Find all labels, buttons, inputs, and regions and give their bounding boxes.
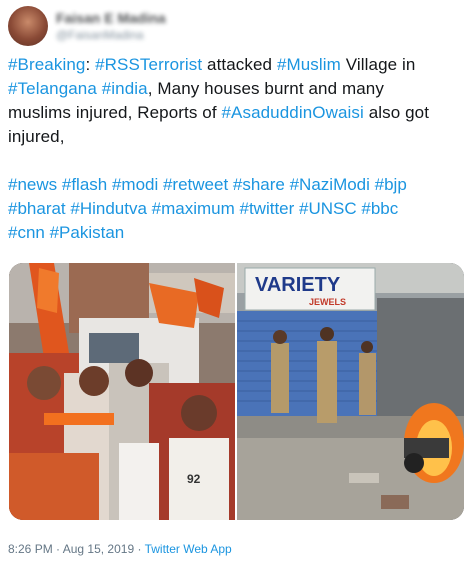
tweet-source-link[interactable]: Twitter Web App (145, 542, 232, 556)
tweet-text-segment: attacked (202, 55, 277, 74)
tweet-text-line: #Telangana #india, Many houses burnt and… (8, 77, 468, 101)
tweet-text-segment: Village in (340, 55, 416, 74)
hashtag-link[interactable]: #Telangana (8, 79, 97, 98)
meta-separator: · (134, 542, 145, 556)
tweet-meta: 8:26 PM · Aug 15, 2019 · Twitter Web App (8, 542, 232, 556)
hashtag-line[interactable]: #bharat #Hindutva #maximum #twitter #UNS… (8, 197, 468, 221)
hashtag-link[interactable]: #AsaduddinOwaisi (221, 103, 363, 122)
tweet-time[interactable]: 8:26 PM (8, 542, 53, 556)
tweet-text-segment: muslims injured, Reports of (8, 103, 222, 122)
tweet-date[interactable]: Aug 15, 2019 (63, 542, 134, 556)
tweet-text-segment: also got (363, 103, 430, 122)
tweet-text-line: muslims injured, Reports of #AsaduddinOw… (8, 101, 468, 125)
avatar[interactable] (8, 6, 48, 46)
shop-sign-sub: JEWELS (309, 297, 346, 307)
tweet-text-segment: , Many houses burnt and many (147, 79, 384, 98)
tweet-header: Faisan E Madina @FaisanMadina (8, 4, 468, 48)
tweet-body: #Breaking: #RSSTerrorist attacked #Musli… (8, 53, 468, 149)
display-name[interactable]: Faisan E Madina (56, 10, 166, 26)
hashtag-link[interactable]: #Muslim (277, 55, 341, 74)
hashtag-line[interactable]: #cnn #Pakistan (8, 221, 468, 245)
tweet-media[interactable]: 92 VARIETY JEWELS (9, 263, 464, 520)
tweet-text-segment: injured, (8, 127, 65, 146)
hashtag-block: #news #flash #modi #retweet #share #Nazi… (8, 173, 468, 245)
hashtag-link[interactable]: #RSSTerrorist (95, 55, 202, 74)
hashtag-link[interactable]: #india (102, 79, 148, 98)
jersey-number: 92 (187, 472, 201, 486)
user-handle[interactable]: @FaisanMadina (56, 28, 144, 42)
hashtag-link[interactable]: #Breaking (8, 55, 85, 74)
tweet-text-segment: : (85, 55, 96, 74)
street-photo[interactable]: VARIETY JEWELS (237, 263, 464, 520)
tweet-text-line: #Breaking: #RSSTerrorist attacked #Musli… (8, 53, 468, 77)
hashtag-line[interactable]: #news #flash #modi #retweet #share #Nazi… (8, 173, 468, 197)
meta-separator: · (52, 542, 63, 556)
shop-sign: VARIETY (255, 274, 341, 296)
tweet-text-line: injured, (8, 125, 468, 149)
crowd-photo[interactable]: 92 (9, 263, 235, 520)
